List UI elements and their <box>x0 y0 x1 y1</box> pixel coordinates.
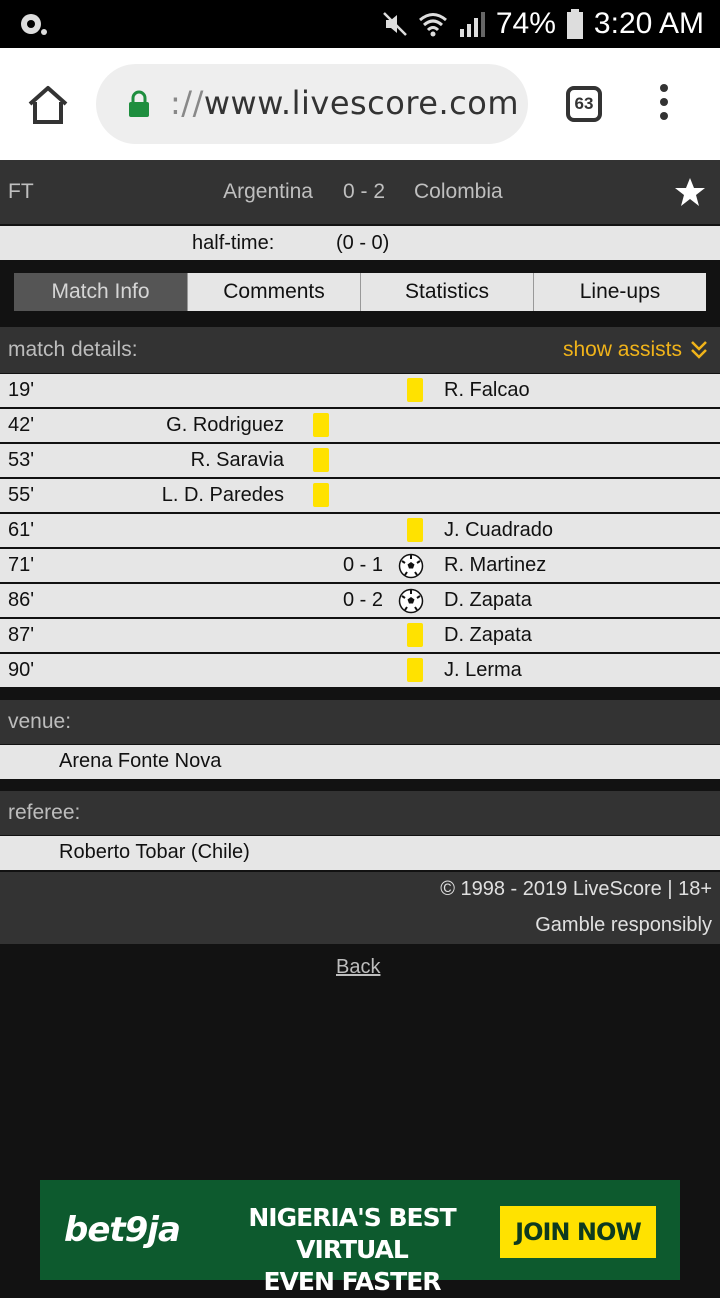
event-minute: 42' <box>8 414 35 436</box>
show-assists-button[interactable]: show assists <box>563 338 708 362</box>
join-now-button[interactable]: JOIN NOW <box>500 1206 656 1258</box>
event-list: 19' R. Falcao 42' G. Rodriguez 53' R. Saravia… <box>0 374 720 689</box>
event-minute: 55' <box>8 484 35 506</box>
event-row: 42' G. Rodriguez <box>0 409 720 442</box>
ad-logo: bet9ja <box>64 1210 181 1250</box>
yellow-card-icon <box>313 483 329 507</box>
event-player: J. Cuadrado <box>444 519 553 541</box>
event-score: 0 - 2 <box>343 589 384 611</box>
bet9ja-ad-banner[interactable]: bet9ja NIGERIA'S BEST VIRTUAL EVEN FASTE… <box>40 1180 680 1296</box>
event-row: 86' D. Zapata 0 - 2 <box>0 584 720 617</box>
url-host: www.livescore.com <box>203 84 519 122</box>
yellow-card-icon <box>407 658 423 682</box>
match-header: FT Argentina 0 - 2 Colombia <box>0 160 720 224</box>
venue-row: Arena Fonte Nova <box>0 745 720 779</box>
status-bar: 74% 3:20 AM <box>0 0 720 48</box>
event-minute: 61' <box>8 519 35 541</box>
event-minute: 86' <box>8 589 35 611</box>
show-assists-label: show assists <box>562 338 682 361</box>
referee-row: Roberto Tobar (Chile) <box>0 836 720 870</box>
yellow-card-icon <box>313 448 329 472</box>
tab-statistics[interactable]: Statistics <box>360 273 533 311</box>
soccer-ball-icon <box>398 588 424 614</box>
ad-line-2: EVEN FASTER <box>263 1267 441 1296</box>
away-team: Colombia <box>414 180 503 203</box>
yellow-card-icon <box>407 378 423 402</box>
event-player: D. Zapata <box>444 589 532 611</box>
ad-tagline: NIGERIA'S BEST VIRTUAL EVEN FASTER <box>192 1202 512 1298</box>
halftime-row: half-time: (0 - 0) <box>0 226 720 260</box>
event-row: 71' R. Martinez 0 - 1 <box>0 549 720 582</box>
url-text: ://www.livescore.com <box>170 84 519 122</box>
livescore-page: FT Argentina 0 - 2 Colombia half-time: (… <box>0 160 720 1296</box>
ad-line-1: NIGERIA'S BEST VIRTUAL <box>248 1203 456 1264</box>
event-row: 87' D. Zapata <box>0 619 720 652</box>
event-row: 53' R. Saravia <box>0 444 720 477</box>
tab-count: 63 <box>574 94 594 113</box>
event-player: G. Rodriguez <box>166 414 284 436</box>
wifi-icon <box>418 13 447 37</box>
gamble-responsibly-link[interactable]: Gamble responsibly <box>535 914 712 937</box>
venue-label: venue: <box>8 710 72 733</box>
home-team: Argentina <box>223 180 313 203</box>
overflow-menu-icon[interactable] <box>656 84 672 124</box>
halftime-label: half-time: <box>192 232 275 254</box>
event-player: L. D. Paredes <box>161 484 284 506</box>
event-minute: 90' <box>8 659 35 681</box>
back-link[interactable]: Back <box>336 956 380 979</box>
url-bar[interactable]: ://www.livescore.com <box>96 64 528 144</box>
venue-value: Arena Fonte Nova <box>59 750 222 772</box>
event-score: 0 - 1 <box>343 554 384 576</box>
signal-icon <box>459 12 485 37</box>
match-details-title: match details: <box>8 338 138 361</box>
event-player: R. Saravia <box>190 449 284 471</box>
clock: 3:20 AM <box>593 7 704 40</box>
match-details-header: match details: show assists <box>0 327 720 373</box>
tab-line-ups[interactable]: Line-ups <box>533 273 706 311</box>
battery-percent: 74% <box>495 7 556 40</box>
event-player: R. Falcao <box>444 379 530 401</box>
event-minute: 71' <box>8 554 35 576</box>
yellow-card-icon <box>407 518 423 542</box>
event-row: 19' R. Falcao <box>0 374 720 407</box>
event-minute: 87' <box>8 624 35 646</box>
tab-match-info[interactable]: Match Info <box>14 273 187 311</box>
tab-switcher-button[interactable]: 63 <box>566 86 602 122</box>
event-minute: 53' <box>8 449 35 471</box>
url-scheme: :// <box>170 84 204 122</box>
referee-header: referee: <box>0 791 720 835</box>
double-chevron-down-icon <box>691 341 707 359</box>
favorite-star-icon[interactable] <box>674 176 706 208</box>
event-minute: 19' <box>8 379 35 401</box>
browser-toolbar: ://www.livescore.com 63 <box>0 48 720 160</box>
mute-icon <box>382 12 407 36</box>
venue-header: venue: <box>0 700 720 744</box>
event-player: D. Zapata <box>444 624 532 646</box>
referee-value: Roberto Tobar (Chile) <box>59 841 250 863</box>
event-row: 55' L. D. Paredes <box>0 479 720 512</box>
event-player: R. Martinez <box>444 554 547 576</box>
event-row: 61' J. Cuadrado <box>0 514 720 547</box>
footer: © 1998 - 2019 LiveScore | 18+ Gamble res… <box>0 872 720 944</box>
copyright-text: © 1998 - 2019 LiveScore | 18+ <box>440 878 712 900</box>
match-tabs: Match Info Comments Statistics Line-ups <box>14 273 706 311</box>
yellow-card-icon <box>407 623 423 647</box>
referee-label: referee: <box>8 801 81 824</box>
halftime-score: (0 - 0) <box>336 232 390 254</box>
lock-icon <box>129 90 149 117</box>
tab-comments[interactable]: Comments <box>187 273 360 311</box>
event-player: J. Lerma <box>444 659 522 681</box>
battery-icon <box>566 9 583 39</box>
notification-icon <box>21 14 47 35</box>
match-score: 0 - 2 <box>343 180 386 203</box>
home-icon[interactable] <box>24 82 72 126</box>
event-row: 90' J. Lerma <box>0 654 720 687</box>
match-status: FT <box>8 180 34 203</box>
soccer-ball-icon <box>398 553 424 579</box>
yellow-card-icon <box>313 413 329 437</box>
